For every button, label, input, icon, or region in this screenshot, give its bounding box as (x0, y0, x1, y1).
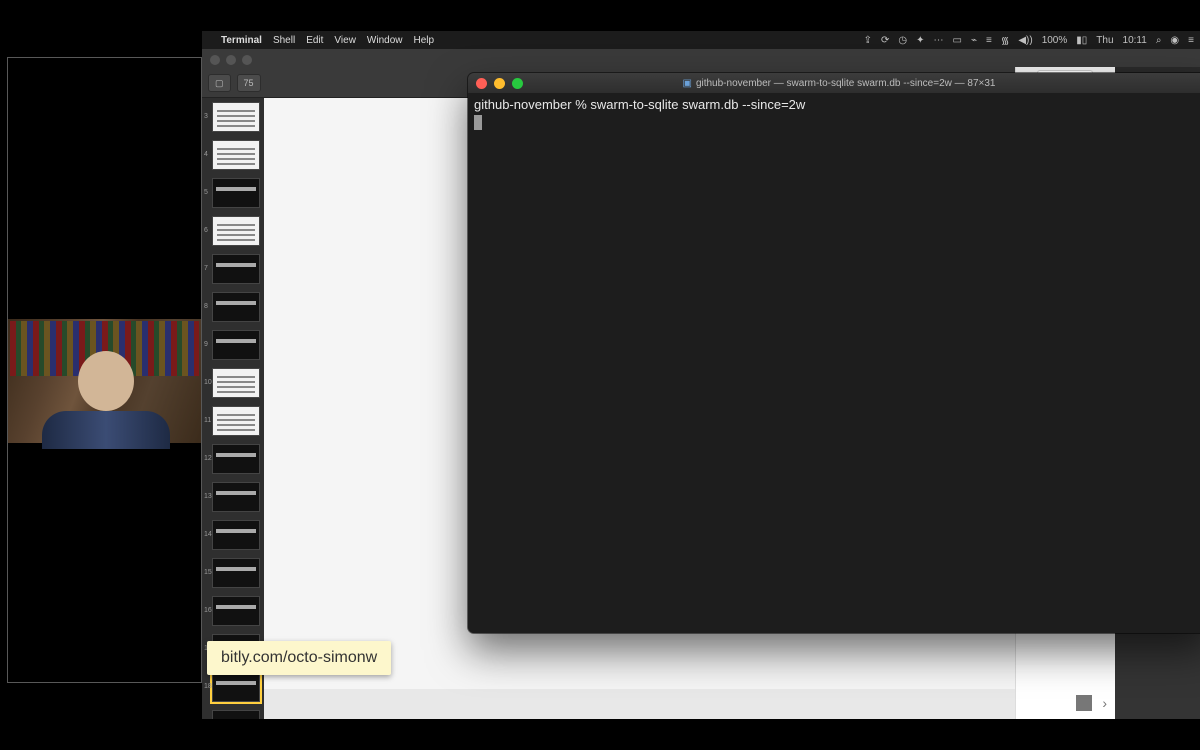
dropbox-icon[interactable]: ⇪ (864, 35, 872, 46)
terminal-titlebar[interactable]: ▣github-november — swarm-to-sqlite swarm… (468, 73, 1200, 93)
terminal-body[interactable]: github-november % swarm-to-sqlite swarm.… (468, 93, 1200, 633)
slide-number: 15 (204, 569, 212, 576)
slide-thumbnail[interactable]: 8 (212, 292, 260, 322)
keynote-zoom-button[interactable]: 75 (237, 74, 261, 92)
terminal-title: ▣github-november — swarm-to-sqlite swarm… (468, 78, 1200, 89)
side-panel-chevron-icon[interactable]: › (1102, 695, 1107, 711)
menu-help[interactable]: Help (414, 35, 435, 46)
terminal-cursor (474, 115, 482, 130)
slide-thumbnail[interactable]: 18 (212, 672, 260, 702)
sync-icon[interactable]: ⟳ (881, 35, 889, 46)
macos-menubar[interactable]: Terminal Shell Edit View Window Help ⇪ ⟳… (202, 31, 1200, 49)
webcam-person (38, 351, 173, 439)
keynote-view-button[interactable]: ▢ (208, 74, 231, 92)
menu-view[interactable]: View (334, 35, 356, 46)
slide-thumbnail[interactable]: 10 (212, 368, 260, 398)
shared-desktop: Terminal Shell Edit View Window Help ⇪ ⟳… (202, 31, 1200, 719)
slide-thumbnail[interactable]: 16 (212, 596, 260, 626)
evernote-icon[interactable]: ✦ (916, 35, 924, 46)
slide-number: 4 (204, 151, 208, 158)
terminal-command: swarm-to-sqlite swarm.db --since=2w (590, 97, 805, 112)
webcam-video-frame (8, 319, 201, 443)
slide-thumbnail[interactable]: 14 (212, 520, 260, 550)
slide-number: 18 (204, 683, 212, 690)
bluetooth-icon[interactable]: ⌁ (971, 35, 977, 46)
slide-number: 6 (204, 227, 208, 234)
battery-icon[interactable]: ▮▯ (1076, 35, 1087, 46)
window-minimize-button[interactable] (494, 78, 505, 89)
slide-number: 9 (204, 341, 208, 348)
slide-thumbnail[interactable]: 9 (212, 330, 260, 360)
menu-edit[interactable]: Edit (306, 35, 323, 46)
slide-number: 16 (204, 607, 212, 614)
slide-thumbnail[interactable]: 5 (212, 178, 260, 208)
keynote-traffic-lights[interactable] (210, 55, 252, 65)
slide-number: 11 (204, 417, 211, 424)
slide-number: 13 (204, 493, 212, 500)
slide-thumbnail[interactable]: 15 (212, 558, 260, 588)
terminal-traffic-lights[interactable] (476, 78, 523, 89)
battery-percent: 100% (1042, 35, 1068, 46)
siri-icon[interactable]: ◉ (1170, 35, 1179, 46)
menubar-app-name[interactable]: Terminal (221, 35, 262, 46)
overflow-icon[interactable]: ⋯ (933, 35, 943, 46)
folder-icon: ▣ (682, 78, 691, 89)
explore-button[interactable] (1076, 695, 1092, 711)
slide-thumbnail[interactable]: 12 (212, 444, 260, 474)
window-close-button[interactable] (476, 78, 487, 89)
bitly-link-overlay: bitly.com/octo-simonw (207, 641, 391, 675)
display-icon[interactable]: ▭ (952, 35, 961, 46)
slide-thumbnail[interactable]: 19 (212, 710, 260, 719)
spotlight-icon[interactable]: ⌕ (1156, 35, 1162, 46)
slide-number: 10 (204, 379, 212, 386)
clock-day: Thu (1096, 35, 1113, 46)
wifi-icon[interactable]: ᯾ (1001, 33, 1010, 47)
slide-number: 8 (204, 303, 208, 310)
slide-thumbnail[interactable]: 6 (212, 216, 260, 246)
clock-time[interactable]: 10:11 (1123, 35, 1147, 46)
menu-shell[interactable]: Shell (273, 35, 295, 46)
window-zoom-button[interactable] (512, 78, 523, 89)
slide-number: 14 (204, 531, 212, 538)
slide-number: 12 (204, 455, 212, 462)
clock-icon[interactable]: ◷ (898, 35, 907, 46)
terminal-prompt-line: github-november % swarm-to-sqlite swarm.… (474, 96, 1200, 113)
slide-thumbnail[interactable]: 3 (212, 102, 260, 132)
slide-thumbnail[interactable]: 11 (212, 406, 260, 436)
menubar-tray: ⇪ ⟳ ◷ ✦ ⋯ ▭ ⌁ ≡ ᯾ ◀)) 100% ▮▯ Thu 10:11 … (864, 33, 1194, 47)
slide-thumbnail-panel[interactable]: 345678910111213141516171819 (202, 98, 264, 719)
control-icon[interactable]: ≡ (986, 35, 992, 46)
presenter-webcam (7, 57, 202, 683)
slide-number: 3 (204, 113, 208, 120)
notification-center-icon[interactable]: ≡ (1188, 35, 1194, 46)
terminal-window[interactable]: ▣github-november — swarm-to-sqlite swarm… (468, 73, 1200, 633)
slide-thumbnail[interactable]: 13 (212, 482, 260, 512)
slide-number: 7 (204, 265, 208, 272)
menu-window[interactable]: Window (367, 35, 403, 46)
slide-thumbnail[interactable]: 4 (212, 140, 260, 170)
slide-thumbnail[interactable]: 7 (212, 254, 260, 284)
volume-icon[interactable]: ◀)) (1018, 35, 1032, 46)
slide-number: 5 (204, 189, 208, 196)
